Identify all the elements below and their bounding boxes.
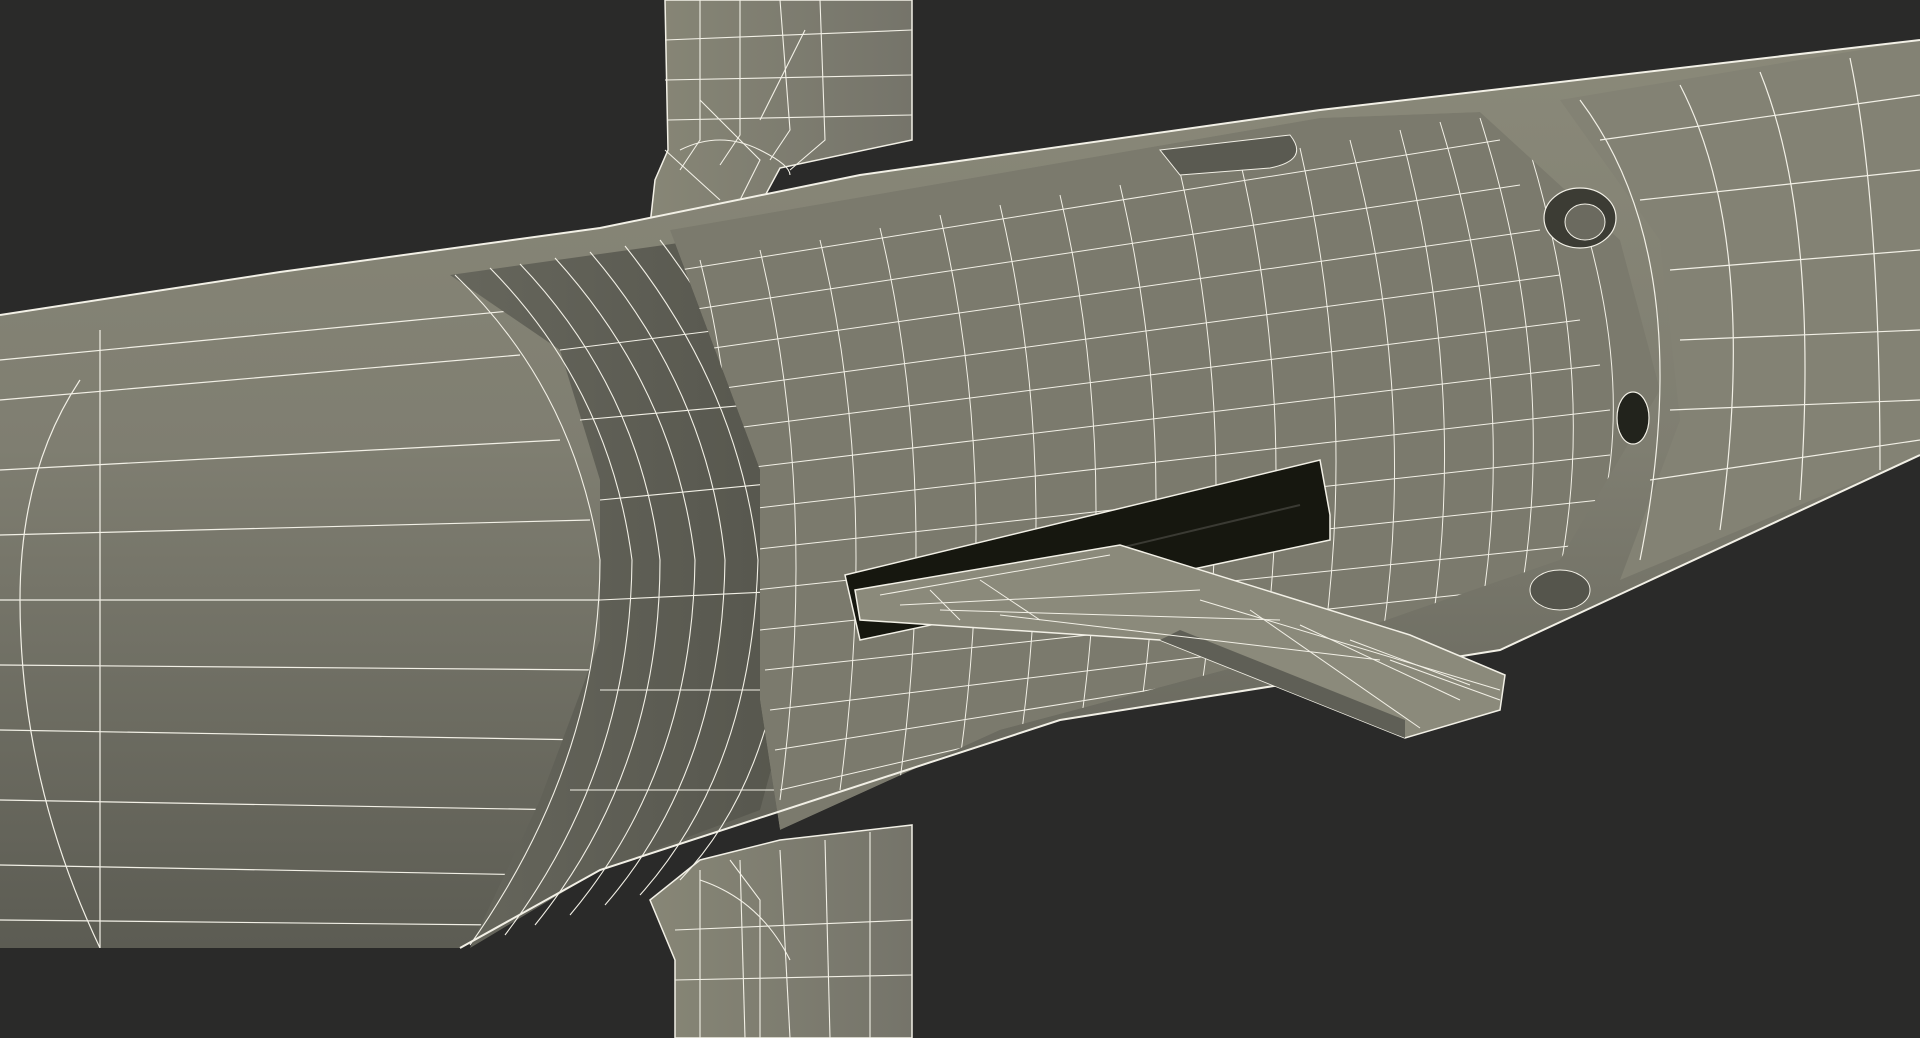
vent-hole-lower — [1529, 569, 1591, 611]
lower-fin — [649, 824, 913, 1038]
vent-hole-upper — [1543, 187, 1617, 249]
missile-body — [0, 39, 1920, 949]
wireframe-render — [0, 0, 1920, 1038]
vent-hole-middle — [1616, 391, 1650, 445]
mid-section-mesh — [670, 112, 1660, 830]
